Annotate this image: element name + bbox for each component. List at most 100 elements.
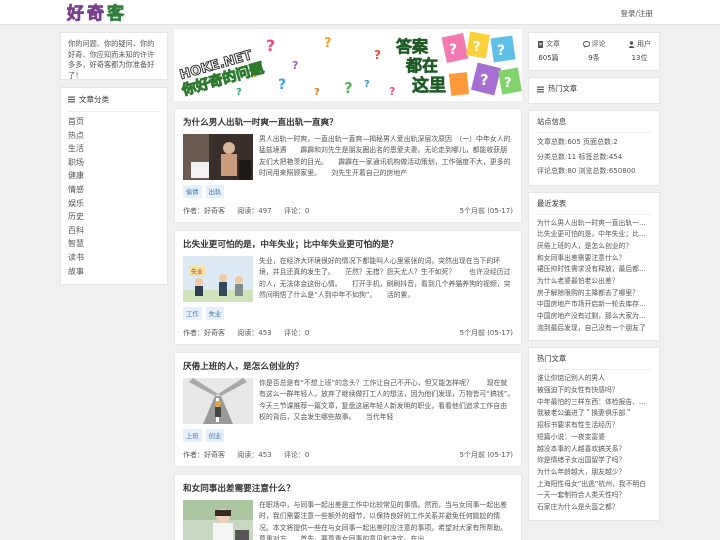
article-card: 和女同事出差需要注意什么？ 在职场中，与同事一起出差是工作中比较常见的事情。然而… bbox=[174, 474, 522, 540]
article-thumbnail[interactable]: 失业 bbox=[183, 256, 253, 302]
svg-text:?: ? bbox=[497, 43, 505, 59]
svg-text:奇: 奇 bbox=[87, 3, 104, 23]
login-register-link[interactable]: 登录/注册 bbox=[620, 8, 653, 19]
list-icon bbox=[537, 86, 544, 92]
left-sidebar: 你的问题、你的疑问、你的好奇、你应知而未知的许许多多，好奇客都为你准备好了！ 文… bbox=[60, 32, 168, 286]
article-time: 5个月前 (05-17) bbox=[459, 207, 513, 215]
latest-posts-panel: 最近发表 为什么男人出轨一时爽一直出轨一直爽？ 比失业更可怕的是，中年失业；比中… bbox=[528, 191, 660, 342]
article-title[interactable]: 厌倦上班的人，是怎么创业的？ bbox=[183, 360, 513, 372]
latest-post-link[interactable]: 中国房地产市场开启新一轮去库存时代？ bbox=[537, 299, 651, 311]
stat-comments: 评论 9条 bbox=[582, 39, 606, 64]
user-icon bbox=[628, 40, 635, 48]
latest-post-link[interactable]: 和女同事出差需要注意什么？ bbox=[537, 253, 651, 265]
site-info-panel: 站点信息 文章总数:605 页面总数:2 分类总数:11 标签总数:454 评论… bbox=[528, 110, 660, 186]
svg-text:答案: 答案 bbox=[396, 37, 429, 56]
tag-link[interactable]: 上班 bbox=[183, 429, 202, 442]
hot-article-link[interactable]: 一天一套制符合人类天性吗？ bbox=[537, 490, 651, 502]
article-excerpt: 你是否总是有“不想上班”的念头？工作让自己不开心，但又能怎样呢？ 现在就有这么一… bbox=[259, 379, 513, 421]
right-sidebar: 文章 605篇 评论 9条 用户 13位 热门文章 站点信息 文章总数:605 … bbox=[528, 32, 660, 521]
svg-text:?: ? bbox=[314, 87, 320, 98]
latest-post-link[interactable]: 中国房地产没有过剩，那么大家为什么不买房？ bbox=[537, 311, 651, 323]
hot-article-link[interactable]: 被强迫下的女性有快感吗？ bbox=[537, 385, 651, 397]
article-reads: 阅读：497 bbox=[237, 207, 272, 215]
banner[interactable]: ? ? ? ? ? ? ? ? ? ? ? ? ? ? ? ? HOKE.NET… bbox=[174, 29, 522, 101]
article-excerpt: 失业，在经济大环境很好的情况下都能叫人心里紧张的词，突然出现在当下的环境，并且还… bbox=[259, 257, 511, 299]
tag-link[interactable]: 出轨 bbox=[205, 185, 225, 198]
latest-post-link[interactable]: 比失业更可怕的是，中年失业；比中年失业更可怕的是？ bbox=[537, 229, 651, 241]
category-emotion[interactable]: 情感 bbox=[68, 183, 160, 197]
category-hot[interactable]: 热点 bbox=[68, 129, 160, 143]
hot-article-link[interactable]: 招标书要求有性生活经历？ bbox=[537, 420, 651, 432]
svg-text:?: ? bbox=[278, 77, 286, 93]
article-card: 为什么男人出轨一时爽一直出轨一直爽？ 男人出轨一时爽，一直出轨一直爽—揭秘男人爱… bbox=[174, 108, 522, 223]
article-thumbnail[interactable] bbox=[183, 378, 253, 424]
hot-articles-panel: 热门文章 谁让你惦记别人的男人 被强迫下的女性有快感吗？ 中年最怕的三样东西：体… bbox=[528, 347, 660, 521]
category-life[interactable]: 生活 bbox=[68, 142, 160, 156]
site-info-line: 分类总数:11 标签总数:454 bbox=[537, 152, 623, 161]
hot-article-link[interactable]: 短篇小说：一夜变富婆 bbox=[537, 432, 651, 444]
category-history[interactable]: 历史 bbox=[68, 210, 160, 224]
category-workplace[interactable]: 职场 bbox=[68, 156, 160, 170]
latest-post-link[interactable]: 房子解除限购的主降都去了哪里？ bbox=[537, 288, 651, 300]
svg-text:?: ? bbox=[236, 87, 242, 98]
category-story[interactable]: 故事 bbox=[68, 265, 160, 279]
latest-post-link[interactable]: 为什么男人出轨一时爽一直出轨一直爽？ bbox=[537, 218, 651, 230]
svg-text:?: ? bbox=[473, 40, 481, 55]
article-thumbnail[interactable] bbox=[183, 500, 253, 540]
latest-post-link[interactable]: 泡到最后发现，自己没有一个朋友了 bbox=[537, 323, 651, 335]
hot-article-link[interactable]: 越没本事的人越喜欢搞关系？ bbox=[537, 444, 651, 456]
hot-article-link[interactable]: 中年最怕的三样东西：体检报告、房贷、孩子 bbox=[537, 397, 651, 409]
category-wisdom[interactable]: 智慧 bbox=[68, 237, 160, 251]
svg-text:这里: 这里 bbox=[412, 75, 446, 96]
latest-post-link[interactable]: 厌倦上班的人，是怎么创业的？ bbox=[537, 241, 651, 253]
category-home[interactable]: 首页 bbox=[68, 115, 160, 129]
article-meta: 作者：好奇客 阅读：497 评论：0 5个月前 (05-17) bbox=[183, 206, 513, 216]
article-tags: 偷情 出轨 bbox=[183, 185, 513, 198]
list-icon bbox=[68, 96, 75, 103]
tag-link[interactable]: 偷情 bbox=[183, 185, 202, 198]
hot-articles-heading: 热门文章 bbox=[548, 84, 578, 93]
latest-post-link[interactable]: 裙压抑时性需求没有释放，最后都去哪了？ bbox=[537, 264, 651, 276]
hot-article-link[interactable]: 石家庄为什么是头盔之都？ bbox=[537, 502, 651, 514]
category-health[interactable]: 健康 bbox=[68, 169, 160, 183]
category-heading: 文章分类 bbox=[68, 94, 160, 112]
tag-link[interactable]: 创业 bbox=[205, 429, 225, 442]
site-info-heading: 站点信息 bbox=[537, 117, 651, 133]
article-title[interactable]: 和女同事出差需要注意什么？ bbox=[183, 482, 513, 494]
svg-text:?: ? bbox=[292, 59, 298, 72]
hot-article-link[interactable]: 你是情绪子女出国留学了吗？ bbox=[537, 455, 651, 467]
hot-article-link[interactable]: 我被老公骗进了＂换妻俱乐部＂ bbox=[537, 408, 651, 420]
article-card: 厌倦上班的人，是怎么创业的？ 你是否总是有“不想上班”的念头？工作让自己不开心，… bbox=[174, 352, 522, 467]
article-comments: 评论：0 bbox=[283, 207, 310, 215]
hot-articles-list: 谁让你惦记别人的男人 被强迫下的女性有快感吗？ 中年最怕的三样东西：体检报告、房… bbox=[537, 373, 651, 513]
article-title[interactable]: 比失业更可怕的是，中年失业；比中年失业更可怕的是？ bbox=[183, 238, 513, 250]
article-thumbnail[interactable] bbox=[183, 134, 253, 180]
hot-article-link[interactable]: 为什么年龄越大，朋友越少？ bbox=[537, 467, 651, 479]
latest-posts-heading: 最近发表 bbox=[537, 199, 651, 215]
latest-post-link[interactable]: 为什么老婆最怕老公出差？ bbox=[537, 276, 651, 288]
latest-posts-list: 为什么男人出轨一时爽一直出轨一直爽？ 比失业更可怕的是，中年失业；比中年失业更可… bbox=[537, 218, 651, 335]
hot-article-link[interactable]: 谁让你惦记别人的男人 bbox=[537, 373, 651, 385]
article-author: 作者：好奇客 bbox=[183, 451, 225, 459]
category-panel: 文章分类 首页 热点 生活 职场 健康 情感 娱乐 历史 百科 智慧 读书 故事 bbox=[60, 87, 168, 286]
site-logo[interactable]: 好 奇 客 bbox=[66, 1, 130, 23]
svg-text:失业: 失业 bbox=[191, 268, 203, 276]
stat-users: 用户 13位 bbox=[628, 39, 651, 64]
article-title[interactable]: 为什么男人出轨一时爽一直出轨一直爽？ bbox=[183, 116, 513, 128]
svg-text:?: ? bbox=[480, 71, 489, 89]
category-list: 首页 热点 生活 职场 健康 情感 娱乐 历史 百科 智慧 读书 故事 bbox=[68, 115, 160, 278]
svg-text:客: 客 bbox=[106, 3, 125, 23]
hot-article-link[interactable]: 上海阳性母女“出逃”杭州，我不明白 bbox=[537, 479, 651, 491]
article-card: 比失业更可怕的是，中年失业；比中年失业更可怕的是？ 失业 失业，在经济大环境很好… bbox=[174, 230, 522, 345]
svg-text:好: 好 bbox=[66, 3, 84, 23]
category-encyclopedia[interactable]: 百科 bbox=[68, 224, 160, 238]
svg-text:?: ? bbox=[449, 42, 457, 58]
article-excerpt: 在职场中，与同事一起出差是工作中比较常见的事情。然而，当与女同事一起出差时，我们… bbox=[259, 501, 513, 540]
category-entertainment[interactable]: 娱乐 bbox=[68, 197, 160, 211]
svg-text:?: ? bbox=[364, 79, 370, 90]
category-reading[interactable]: 读书 bbox=[68, 251, 160, 265]
tag-link[interactable]: 失业 bbox=[205, 307, 225, 320]
article-excerpt: 男人出轨一时爽，一直出轨一直爽—揭秘男人爱出轨深层次原因 （一）中年女人的猛兹境… bbox=[259, 135, 511, 177]
article-time: 5个月前 (05-17) bbox=[459, 451, 513, 459]
tag-link[interactable]: 工作 bbox=[183, 307, 202, 320]
